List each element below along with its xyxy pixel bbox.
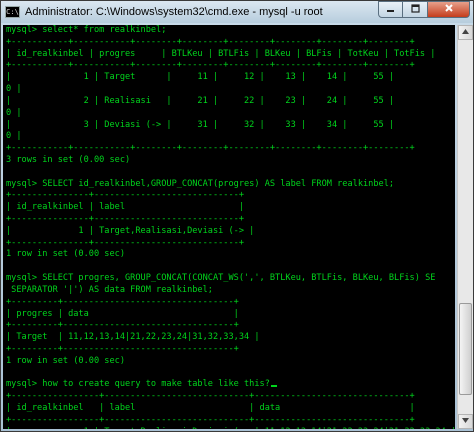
window-controls (378, 1, 470, 19)
console-line: 1 row in set (0.00 sec) (6, 249, 125, 260)
console-line: | id_realkinbel | label | (6, 202, 244, 213)
console-line: | 1 | Target | 11 | 12 | 13 | 14 | 55 | (6, 72, 395, 83)
scroll-down-button[interactable] (458, 414, 473, 429)
console-line: mysql> how to create query to make table… (6, 379, 455, 391)
console-line: mysql> SELECT progres, GROUP_CONCAT(CONC… (6, 273, 436, 284)
scroll-down-arrow-icon (462, 418, 469, 425)
console-line: mysql> SELECT id_realkinbel,GROUP_CONCAT… (6, 178, 395, 189)
console-line: +---------------+-----------------------… (6, 190, 244, 201)
maximize-button[interactable] (403, 1, 428, 18)
console-line: 3 rows in set (0.00 sec) (6, 154, 131, 165)
console-output[interactable]: mysql> select* from realkinbel; +--------… (3, 25, 455, 429)
window-title: Administrator: C:\Windows\system32\cmd.e… (25, 6, 323, 18)
console-line: | 3 | Deviasi (-> | 31 | 32 | 33 | 34 | … (6, 119, 395, 130)
console-line: +-----------------+---------------------… (6, 391, 415, 402)
console-line: | Target | 11,12,13,14|21,22,23,24|31,32… (6, 332, 260, 343)
console-line: +-----------+-----------+--------+------… (6, 60, 415, 71)
console-line: | 1 | Target,Realisasi,Deviasi (-> | 11,… (6, 427, 455, 429)
console-line: +-----------------+---------------------… (6, 414, 415, 425)
console-line: +---------------+-----------------------… (6, 237, 244, 248)
scroll-up-arrow-icon (462, 29, 469, 36)
console-line: 1 row in set (0.00 sec) (6, 355, 125, 366)
console-line: +---------+-----------------------------… (6, 320, 239, 331)
scroll-thumb[interactable] (459, 303, 472, 395)
console-line: 0 | (6, 131, 22, 142)
console-line: | id_realkinbel | label | data | (6, 403, 415, 413)
close-button[interactable] (428, 1, 470, 18)
console-line: | id_realkinbel | progres | BTLKeu | BTL… (6, 48, 436, 59)
console-line: | 2 | Realisasi | 21 | 22 | 23 | 24 | 55… (6, 95, 395, 106)
console-line: SEPARATOR '|') AS data FROM realkinbel; (6, 284, 213, 295)
console-line: 0 | (6, 84, 22, 95)
console-lines: mysql> select* from realkinbel; +--------… (6, 25, 455, 429)
console-line: +---------------+-----------------------… (6, 214, 244, 224)
maximize-icon (410, 3, 420, 16)
console-line: 0 | (6, 107, 22, 118)
vertical-scrollbar[interactable] (457, 25, 473, 429)
console-line: +-----------+-----------+--------+------… (6, 36, 415, 47)
console-line: +---------+-----------------------------… (6, 343, 239, 354)
console-line: +-----------+-----------+--------+------… (6, 143, 415, 154)
title-bar[interactable]: C:\ Administrator: C:\Windows\system32\c… (1, 1, 473, 23)
text-cursor (270, 385, 277, 388)
console-line: +---------+-----------------------------… (6, 296, 239, 307)
minimize-icon (386, 4, 395, 16)
console-line: | progres | data | (6, 308, 239, 319)
minimize-button[interactable] (378, 1, 403, 18)
scroll-up-button[interactable] (458, 25, 473, 40)
console-line: mysql> select* from realkinbel; (6, 25, 167, 35)
close-icon (444, 3, 454, 16)
cmd-app-icon: C:\ (5, 6, 20, 18)
cmd-window: C:\ Administrator: C:\Windows\system32\c… (0, 0, 474, 432)
console-line: | 1 | Target,Realisasi,Deviasi (-> | (6, 225, 255, 236)
